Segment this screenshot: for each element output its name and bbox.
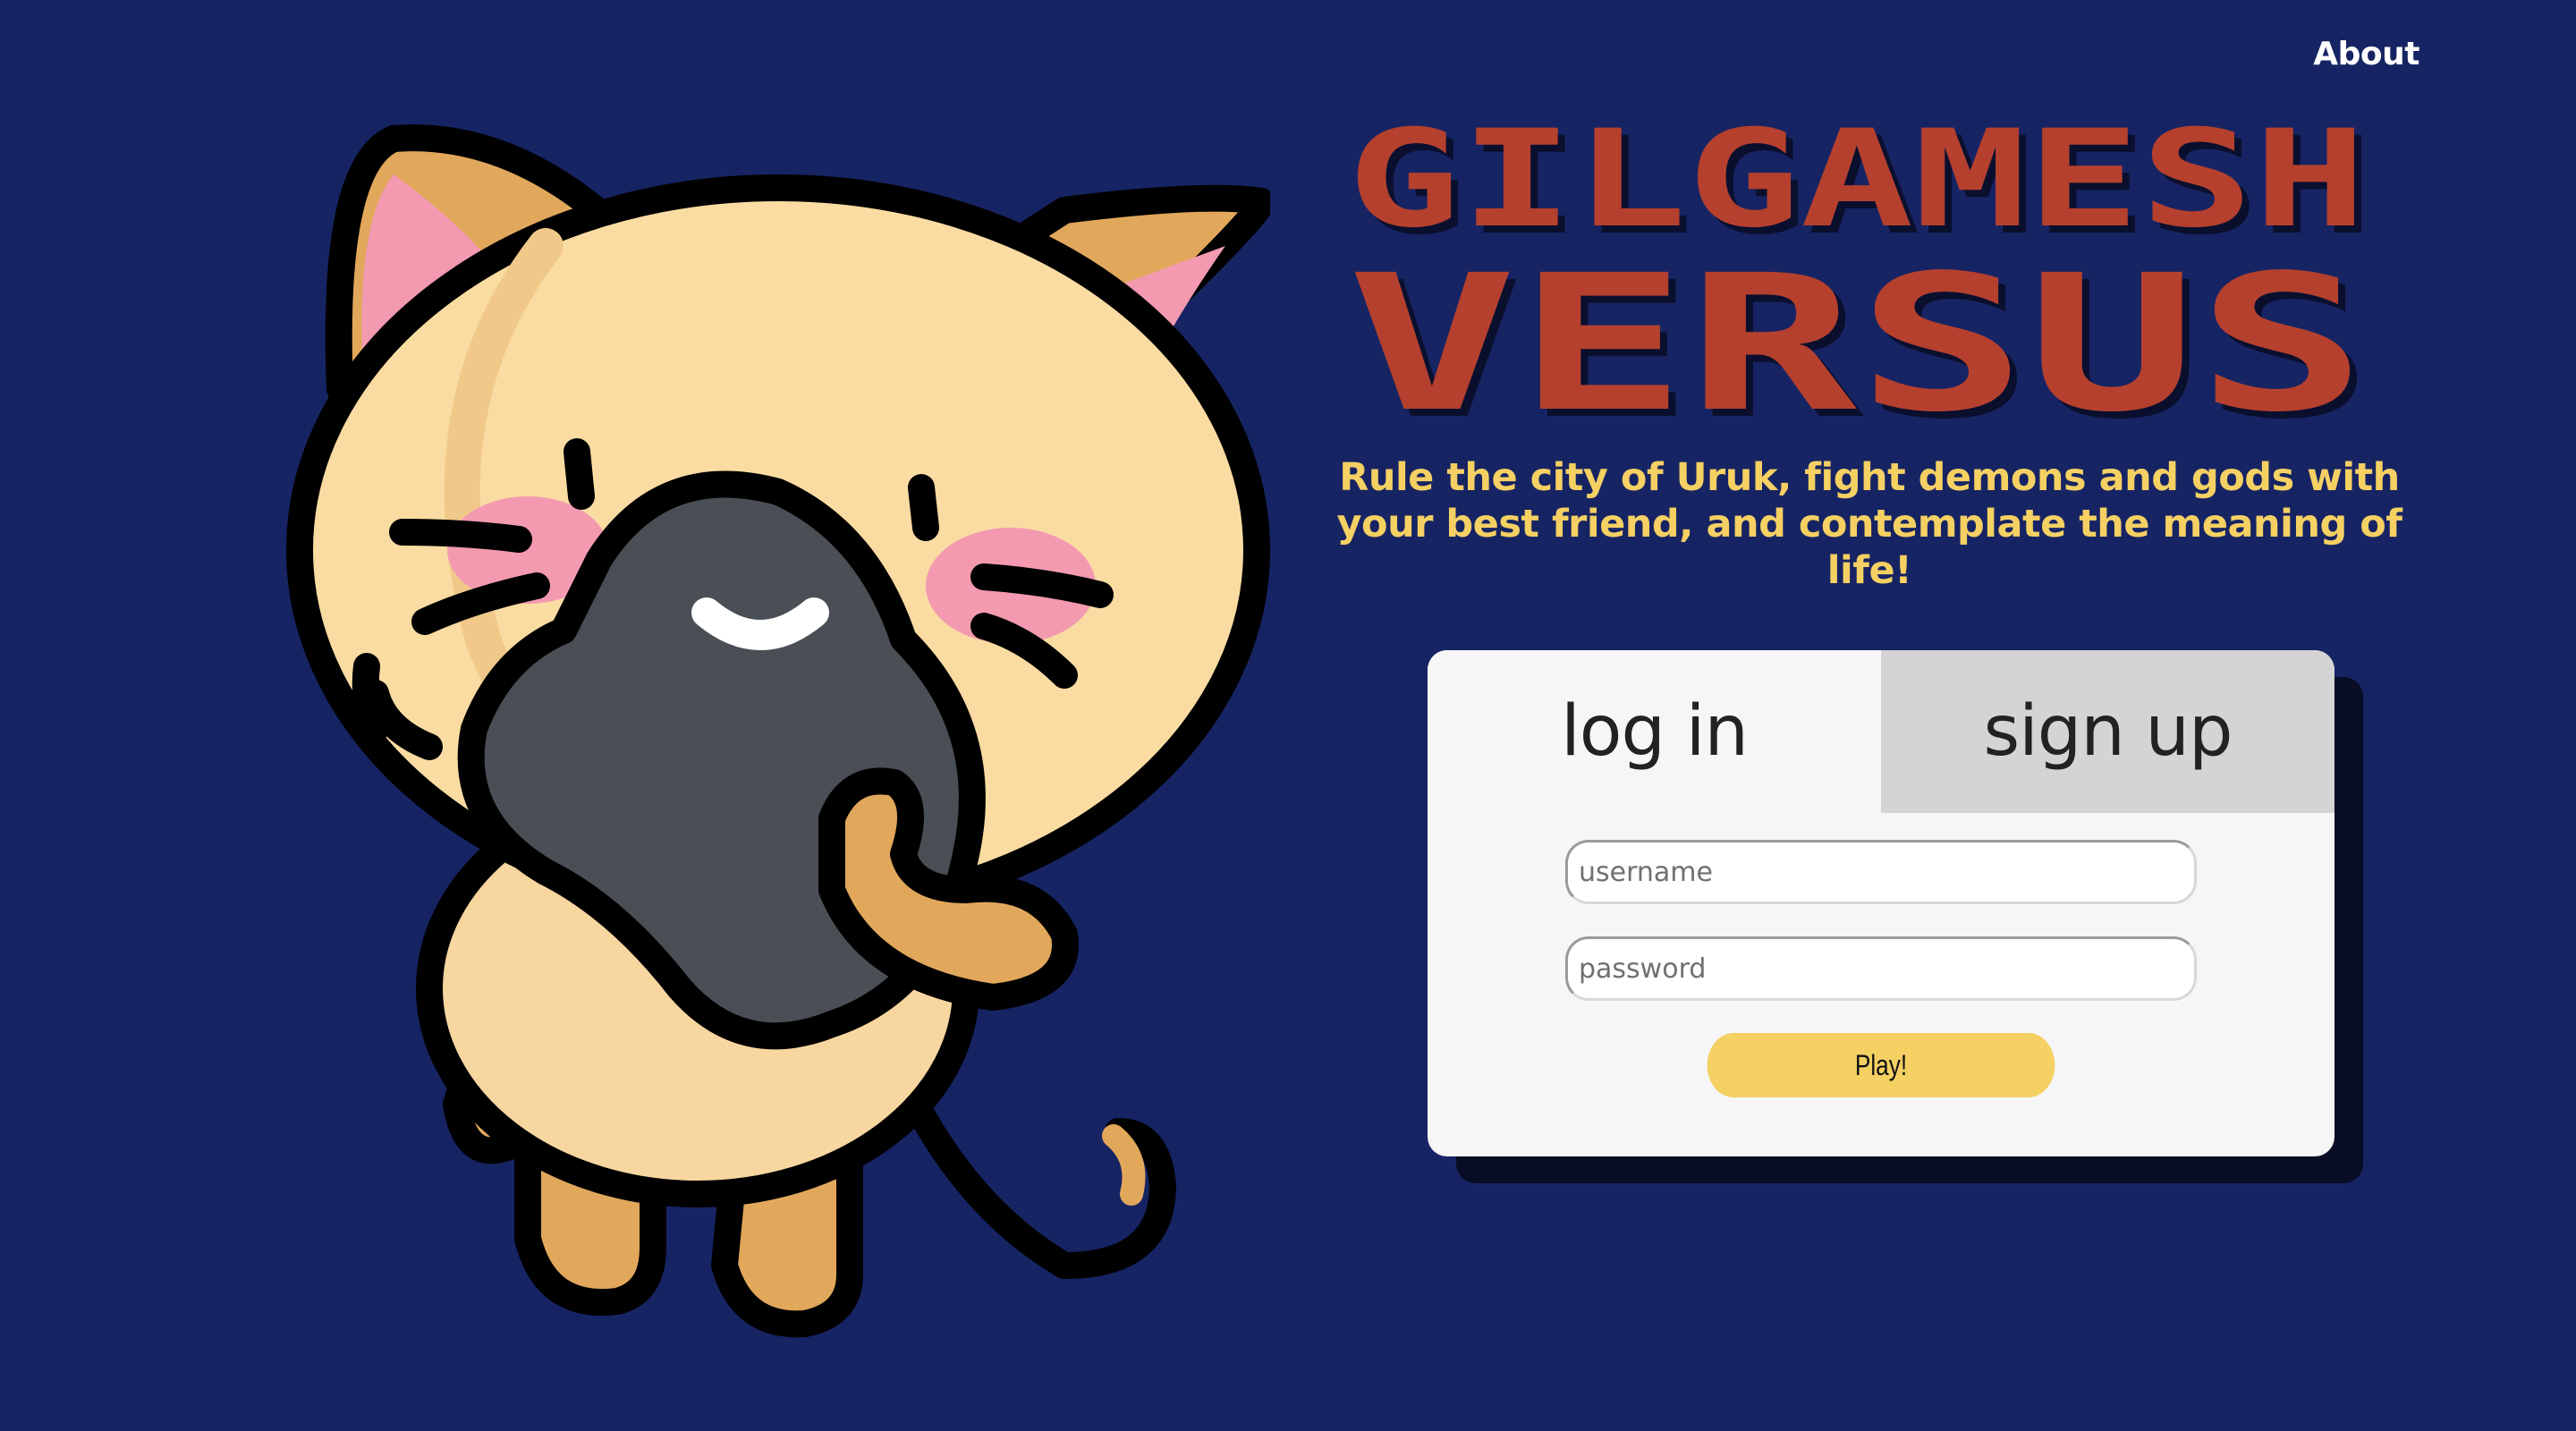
title-line2: VERSUS xyxy=(1347,234,2367,447)
auth-tabs: log in sign up xyxy=(1428,650,2334,813)
game-title: GILGAMESH GILGAMESH VERSUS VERSUS xyxy=(1347,107,2374,447)
play-button[interactable]: Play! xyxy=(1707,1033,2055,1097)
about-link[interactable]: About xyxy=(2313,36,2419,72)
landing-page: About GILGAMESH GILGAMESH VERSUS VERSUS … xyxy=(0,0,2576,1431)
login-form: Play! xyxy=(1428,813,2334,1097)
cat-mascot-icon xyxy=(286,124,1270,1338)
auth-card-wrapper: log in sign up Play! xyxy=(1428,650,2363,1183)
password-input[interactable] xyxy=(1565,936,2197,1001)
tab-log-in[interactable]: log in xyxy=(1428,650,1881,813)
auth-card: log in sign up Play! xyxy=(1428,650,2334,1156)
username-input[interactable] xyxy=(1565,840,2197,904)
hero: GILGAMESH GILGAMESH VERSUS VERSUS Rule t… xyxy=(1288,107,2451,594)
tagline: Rule the city of Uruk, fight demons and … xyxy=(1336,455,2402,593)
tab-sign-up[interactable]: sign up xyxy=(1881,650,2334,813)
